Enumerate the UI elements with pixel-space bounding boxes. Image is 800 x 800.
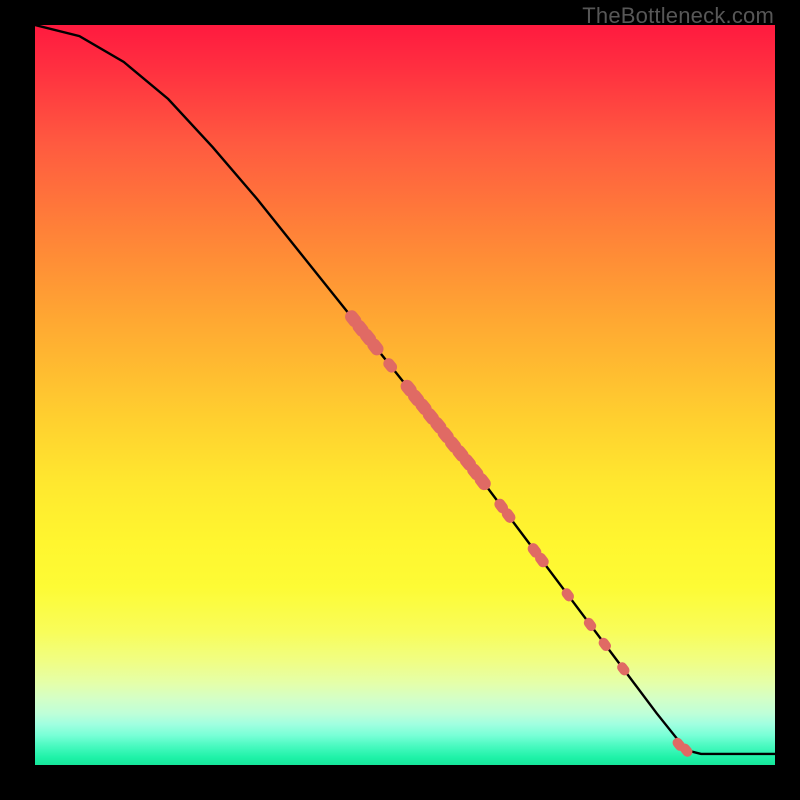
data-markers bbox=[342, 308, 694, 759]
chart-overlay bbox=[35, 25, 775, 765]
plot-area bbox=[35, 25, 775, 765]
chart-frame: TheBottleneck.com bbox=[0, 0, 800, 800]
